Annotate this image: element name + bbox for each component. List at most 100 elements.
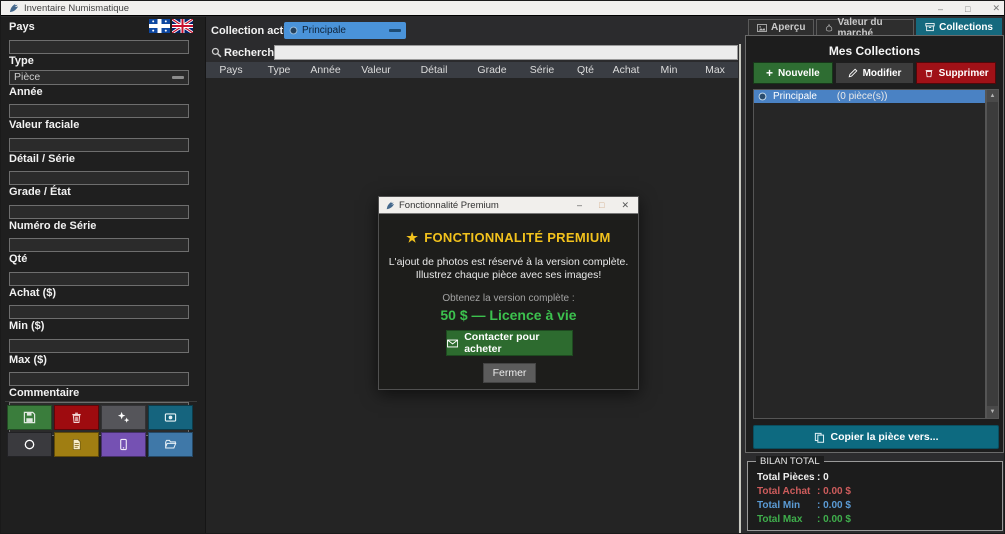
search-row: Rechercher : [206,44,740,61]
grade-etat-input[interactable] [9,204,189,219]
col-header-grade[interactable]: Grade [465,64,519,76]
table-header-row: Pays Type Année Valeur Détail Grade Séri… [206,62,738,78]
clear-button[interactable] [101,405,146,430]
photo-icon [164,413,177,422]
col-header-max[interactable]: Max [692,64,738,76]
entry-form-sidebar: Pays Type Pièce Année Valeur faciale Dét… [1,17,206,533]
col-header-qte[interactable]: Qté [565,64,606,76]
max-input[interactable] [9,372,189,386]
listbox-scrollbar[interactable]: ▲ ▼ [986,89,999,419]
archive-box-icon [925,23,935,32]
minimize-button[interactable]: – [938,4,943,14]
pays-input[interactable] [9,39,189,54]
field-label-detail-serie: Détail / Série [9,152,76,165]
delete-button[interactable] [54,405,99,430]
photo-button[interactable] [148,405,193,430]
bilan-total-legend: BILAN TOTAL [756,456,824,467]
scroll-down-icon[interactable]: ▼ [987,406,998,418]
total-pieces-row: Total Pièces : 0 [757,472,829,483]
detail-serie-input[interactable] [9,171,189,185]
col-header-min[interactable]: Min [646,64,692,76]
contact-to-buy-button[interactable]: Contacter pour acheter [446,330,573,356]
total-min-label: Total Min [757,500,801,511]
premium-dialog: Fonctionnalité Premium – □ ✕ ★ FONCTIONNA… [378,196,639,390]
field-label-annee: Année [9,85,43,98]
main-panel-divider [739,44,741,533]
pencil-icon [848,68,857,78]
premium-dialog-titlebar: Fonctionnalité Premium – □ ✕ [379,197,638,214]
open-folder-button[interactable] [148,432,193,457]
contact-to-buy-label: Contacter pour acheter [464,331,540,355]
reset-button[interactable] [7,432,52,457]
col-header-type[interactable]: Type [256,64,302,76]
col-header-pays[interactable]: Pays [206,64,256,76]
fermer-button[interactable]: Fermer [483,363,536,383]
sparkles-icon [117,411,130,423]
mobile-button[interactable] [101,432,146,457]
field-label-type: Type [9,54,34,67]
col-header-detail[interactable]: Détail [403,64,465,76]
col-header-valeur[interactable]: Valeur [349,64,403,76]
tab-apercu-label: Aperçu [771,22,806,33]
combobox-arrow-icon [172,75,184,79]
collections-listbox[interactable]: Principale (0 pièce(s)) [753,89,986,419]
tab-collections-label: Collections [939,21,993,33]
edit-collection-button[interactable]: Modifier [834,62,915,84]
close-button[interactable]: ✕ [992,3,1000,14]
valeur-faciale-input[interactable] [9,137,189,152]
scroll-up-icon[interactable]: ▲ [987,90,998,102]
collection-dropdown[interactable]: Principale [284,22,406,39]
total-achat-value: : 0.00 $ [817,486,851,497]
mobile-icon [120,438,127,451]
tab-apercu[interactable]: Aperçu [748,19,815,35]
copy-icon [814,432,824,443]
premium-body-line1: L'ajout de photos est réservé à la versi… [388,256,629,268]
annee-input[interactable] [9,104,189,118]
collection-count: (0 pièce(s)) [836,91,888,102]
col-header-annee[interactable]: Année [302,64,349,76]
total-min-row: Total Min : 0.00 $ [757,500,851,511]
premium-subtext: Obtenez la version complète : [442,293,575,304]
collections-heading: Mes Collections [828,44,921,58]
field-label-min: Min ($) [9,320,45,332]
flag-uk-icon[interactable] [172,19,193,33]
field-label-grade-etat: Grade / État [9,186,71,198]
report-button[interactable] [54,432,99,457]
feather-app-icon [9,3,18,13]
folder-icon [165,439,177,449]
type-combobox[interactable]: Pièce [9,69,189,85]
maximize-button[interactable]: □ [965,4,970,14]
tab-valeur-du-marche[interactable]: Valeur du marché [816,17,915,39]
flag-quebec-icon[interactable] [149,19,170,33]
coin-icon [289,26,298,35]
collections-panel: Mes Collections + Nouvelle Modifier Supp… [745,35,1004,453]
right-panel-tabs: Aperçu Valeur du marché Collections [748,17,1004,39]
achat-input[interactable] [9,305,189,319]
delete-collection-label: Supprimer [938,67,989,79]
save-icon [23,411,36,424]
col-header-achat[interactable]: Achat [606,64,646,76]
premium-body-line2: Illustrez chaque pièce avec ses images! [415,269,602,281]
copy-piece-button[interactable]: Copier la pièce vers... [753,425,999,449]
collection-dropdown-value: Principale [302,25,346,36]
field-label-valeur-faciale: Valeur faciale [9,119,80,131]
dialog-close-button[interactable]: ✕ [621,200,629,211]
collections-actions: + Nouvelle Modifier Supprimer [753,62,997,84]
save-button[interactable] [7,405,52,430]
col-header-serie[interactable]: Série [519,64,565,76]
new-collection-button[interactable]: + Nouvelle [753,62,833,84]
numero-serie-input[interactable] [9,238,189,252]
field-label-qte: Qté [9,253,28,265]
dialog-minimize-button[interactable]: – [577,200,582,210]
tab-collections[interactable]: Collections [916,18,1002,35]
star-icon: ★ [406,230,419,245]
collection-name: Principale [773,91,817,102]
preview-icon [757,23,767,32]
delete-collection-button[interactable]: Supprimer [916,62,997,84]
list-item-principale[interactable]: Principale (0 pièce(s)) [754,90,985,103]
search-input[interactable] [274,45,738,60]
app-window: Inventaire Numismatique – □ ✕ Pays Type … [0,0,1005,534]
qte-input[interactable] [9,271,189,286]
min-input[interactable] [9,338,189,353]
total-max-value: : 0.00 $ [817,514,851,525]
